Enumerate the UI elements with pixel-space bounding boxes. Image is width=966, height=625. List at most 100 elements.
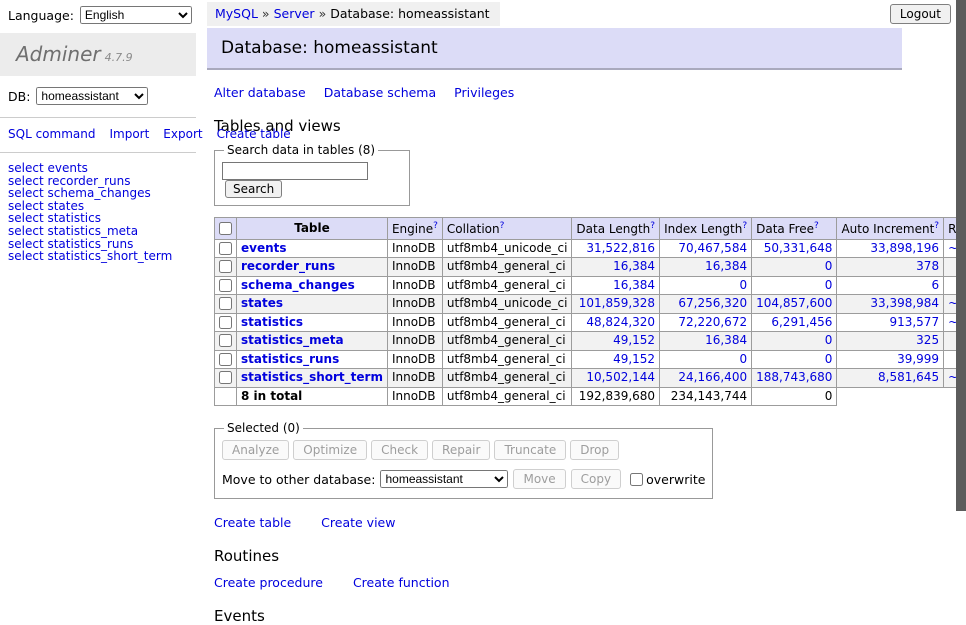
database-schema-link[interactable]: Database schema [324, 85, 436, 100]
row-checkbox[interactable] [219, 334, 232, 347]
data-length-link[interactable]: 101,859,328 [576, 297, 655, 311]
row-checkbox[interactable] [219, 260, 232, 273]
scrollbar-thumb[interactable] [956, 0, 966, 511]
table-name-link[interactable]: statistics_meta [241, 333, 344, 347]
auto-increment-link[interactable]: 39,999 [841, 353, 939, 367]
data-length-link[interactable]: 16,384 [576, 260, 655, 274]
table-name-cell: events [237, 239, 388, 258]
engine-cell: InnoDB [387, 350, 442, 369]
optimize-button[interactable]: Optimize [293, 440, 367, 460]
help-link[interactable]: ? [742, 221, 747, 231]
data-free-link[interactable]: 6,291,456 [756, 316, 832, 330]
index-length-link[interactable]: 0 [664, 279, 747, 293]
create-view-link[interactable]: Create view [321, 515, 395, 530]
select-all-checkbox[interactable] [219, 222, 232, 235]
auto-increment-link[interactable]: 33,398,984 [841, 297, 939, 311]
auto-increment-link[interactable]: 6 [841, 279, 939, 293]
create-procedure-link[interactable]: Create procedure [214, 575, 323, 590]
row-checkbox[interactable] [219, 353, 232, 366]
help-link[interactable]: ? [934, 221, 939, 231]
repair-button[interactable]: Repair [432, 440, 490, 460]
table-name-link[interactable]: events [241, 241, 287, 255]
data-free-link[interactable]: 50,331,648 [756, 242, 832, 256]
sidebar-select-link-statistics-meta[interactable]: select statistics_meta [8, 225, 188, 238]
breadcrumb-mysql-link[interactable]: MySQL [215, 6, 258, 21]
table-name-link[interactable]: recorder_runs [241, 259, 335, 273]
search-input[interactable] [222, 162, 368, 180]
vertical-scrollbar[interactable] [956, 0, 966, 543]
table-row: recorder_runs InnoDB utf8mb4_general_ci … [215, 258, 966, 277]
check-button[interactable]: Check [371, 440, 428, 460]
import-link[interactable]: Import [109, 127, 149, 141]
table-name-link[interactable]: schema_changes [241, 278, 355, 292]
auto-increment-link[interactable]: 378 [841, 260, 939, 274]
create-table-link-sidebar[interactable]: Create table [217, 127, 291, 141]
table-name-link[interactable]: statistics [241, 315, 303, 329]
index-length-link[interactable]: 16,384 [664, 334, 747, 348]
search-legend: Search data in tables (8) [224, 143, 378, 157]
privileges-link[interactable]: Privileges [454, 85, 514, 100]
row-checkbox[interactable] [219, 371, 232, 384]
data-free-link[interactable]: 0 [756, 260, 832, 274]
breadcrumb-server-link[interactable]: Server [274, 6, 315, 21]
index-length-link[interactable]: 24,166,400 [664, 371, 747, 385]
data-length-link[interactable]: 49,152 [576, 334, 655, 348]
truncate-button[interactable]: Truncate [494, 440, 566, 460]
col-header-data-length: Data Length? [572, 218, 660, 240]
index-length-link[interactable]: 0 [664, 353, 747, 367]
data-length-cell: 10,502,144 [572, 369, 660, 388]
db-select[interactable]: homeassistant [36, 87, 148, 105]
help-link[interactable]: ? [814, 221, 819, 231]
create-function-link[interactable]: Create function [353, 575, 450, 590]
table-name-link[interactable]: statistics_short_term [241, 370, 383, 384]
sidebar-select-link-statistics-short-term[interactable]: select statistics_short_term [8, 250, 188, 263]
copy-button[interactable]: Copy [571, 469, 621, 489]
index-length-link[interactable]: 67,256,320 [664, 297, 747, 311]
row-checkbox[interactable] [219, 316, 232, 329]
table-name-link[interactable]: states [241, 296, 283, 310]
sql-command-link[interactable]: SQL command [8, 127, 95, 141]
row-checkbox[interactable] [219, 279, 232, 292]
data-length-cell: 49,152 [572, 332, 660, 351]
data-length-link[interactable]: 31,522,816 [576, 242, 655, 256]
row-checkbox[interactable] [219, 242, 232, 255]
alter-database-link[interactable]: Alter database [214, 85, 306, 100]
language-select[interactable]: English [80, 6, 192, 24]
data-free-link[interactable]: 0 [756, 353, 832, 367]
data-free-link[interactable]: 188,743,680 [756, 371, 832, 385]
help-link[interactable]: ? [650, 221, 655, 231]
data-length-link[interactable]: 49,152 [576, 353, 655, 367]
data-length-link[interactable]: 48,824,320 [576, 316, 655, 330]
col-header-engine-label: Engine [392, 222, 433, 236]
create-table-link[interactable]: Create table [214, 515, 291, 530]
search-button[interactable]: Search [225, 180, 282, 198]
data-free-link[interactable]: 104,857,600 [756, 297, 832, 311]
row-check-cell [215, 295, 237, 314]
table-name-link[interactable]: statistics_runs [241, 352, 339, 366]
move-button[interactable]: Move [513, 469, 565, 489]
sidebar-select-link-schema-changes[interactable]: select schema_changes [8, 187, 188, 200]
overwrite-checkbox[interactable] [630, 473, 643, 486]
data-length-link[interactable]: 10,502,144 [576, 371, 655, 385]
auto-increment-link[interactable]: 8,581,645 [841, 371, 939, 385]
data-length-link[interactable]: 16,384 [576, 279, 655, 293]
analyze-button[interactable]: Analyze [222, 440, 289, 460]
index-length-link[interactable]: 16,384 [664, 260, 747, 274]
auto-increment-link[interactable]: 325 [841, 334, 939, 348]
row-checkbox[interactable] [219, 297, 232, 310]
drop-button[interactable]: Drop [570, 440, 619, 460]
move-db-select[interactable]: homeassistant [380, 470, 508, 488]
index-length-link[interactable]: 70,467,584 [664, 242, 747, 256]
help-link[interactable]: ? [500, 221, 505, 231]
help-link[interactable]: ? [433, 221, 438, 231]
data-free-link[interactable]: 0 [756, 334, 832, 348]
auto-increment-link[interactable]: 33,898,196 [841, 242, 939, 256]
sidebar-select-link-events[interactable]: select events [8, 162, 188, 175]
logout-button[interactable]: Logout [890, 4, 951, 24]
export-link[interactable]: Export [163, 127, 202, 141]
events-heading: Events [214, 607, 907, 625]
data-free-link[interactable]: 0 [756, 279, 832, 293]
total-engine: InnoDB [387, 387, 442, 406]
auto-increment-link[interactable]: 913,577 [841, 316, 939, 330]
index-length-link[interactable]: 72,220,672 [664, 316, 747, 330]
